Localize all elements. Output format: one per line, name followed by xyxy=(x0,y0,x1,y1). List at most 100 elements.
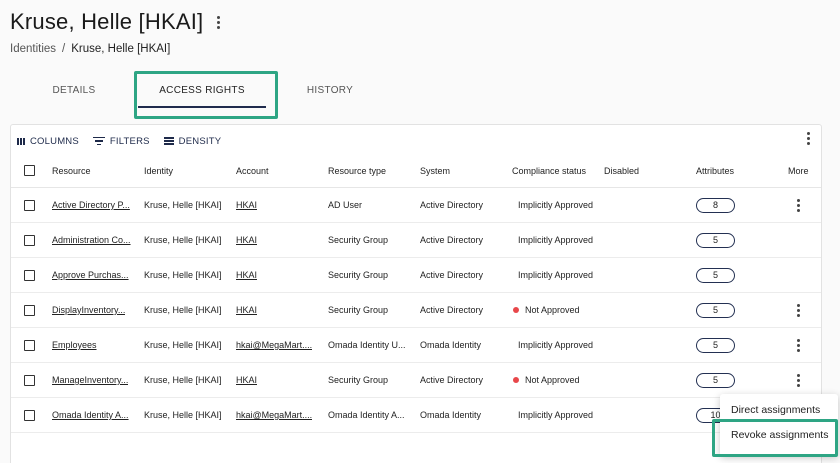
access-rights-grid: COLUMNS FILTERS DENSITY Resource Identit… xyxy=(10,124,822,463)
table-row[interactable]: ManageInventory... Kruse, Helle [HKAI] HKA… xyxy=(11,363,821,398)
row-checkbox[interactable] xyxy=(24,199,35,211)
more-vertical-icon[interactable] xyxy=(215,14,222,31)
cell-identity-container: Kruse, Helle [HKAI] xyxy=(144,363,222,397)
cell-system: Active Directory xyxy=(420,235,484,245)
row-checkbox-cell xyxy=(24,188,35,222)
cell-identity: Kruse, Helle [HKAI] xyxy=(144,235,222,245)
row-checkbox[interactable] xyxy=(24,339,35,351)
revoke-assignments-menu-item[interactable]: Revoke assignments xyxy=(720,422,838,448)
cell-resource-container: Approve Purchas... xyxy=(52,258,129,292)
table-row[interactable]: Approve Purchas... Kruse, Helle [HKAI] HKA… xyxy=(11,258,821,293)
cell-resource-container: Active Directory P... xyxy=(52,188,130,222)
attributes-count-button[interactable]: 5 xyxy=(696,232,735,248)
cell-resource[interactable]: Approve Purchas... xyxy=(52,270,129,280)
cell-system-container: Active Directory xyxy=(420,223,483,257)
cell-identity: Kruse, Helle [HKAI] xyxy=(144,200,222,210)
column-header-system[interactable]: System xyxy=(420,154,450,187)
cell-account-container: HKAI xyxy=(236,188,257,222)
cell-resource[interactable]: ManageInventory... xyxy=(52,375,128,385)
row-more-icon[interactable] xyxy=(795,337,802,354)
cell-resource-type-container: Omada Identity U... xyxy=(328,328,406,362)
cell-account[interactable]: hkai@MegaMart.... xyxy=(236,340,312,350)
row-more-icon[interactable] xyxy=(795,197,802,214)
cell-system: Active Directory xyxy=(420,200,484,210)
cell-account[interactable]: HKAI xyxy=(236,200,257,210)
cell-system-container: Active Directory xyxy=(420,258,483,292)
cell-account-container: HKAI xyxy=(236,293,257,327)
table-row[interactable]: Employees Kruse, Helle [HKAI] hkai@MegaMar… xyxy=(11,328,821,363)
cell-compliance-status: Not Approved xyxy=(525,305,580,315)
cell-resource-container: Administration Co... xyxy=(52,223,131,257)
cell-resource-type: Omada Identity U... xyxy=(328,340,406,350)
cell-more-container xyxy=(795,328,802,362)
cell-compliance-status: Implicitly Approved xyxy=(518,270,594,280)
column-header-account[interactable]: Account xyxy=(236,154,269,187)
cell-identity-container: Kruse, Helle [HKAI] xyxy=(144,188,222,222)
cell-resource[interactable]: DisplayInventory... xyxy=(52,305,125,315)
column-header-identity[interactable]: Identity xyxy=(144,154,173,187)
cell-resource[interactable]: Active Directory P... xyxy=(52,200,130,210)
row-more-icon[interactable] xyxy=(795,302,802,319)
page-title: Kruse, Helle [HKAI] xyxy=(10,9,222,35)
cell-account[interactable]: HKAI xyxy=(236,235,257,245)
attributes-count-button[interactable]: 5 xyxy=(696,302,735,318)
cell-account[interactable]: HKAI xyxy=(236,375,257,385)
attributes-count-button[interactable]: 5 xyxy=(696,372,735,388)
cell-account[interactable]: HKAI xyxy=(236,270,257,280)
table-row[interactable]: Administration Co... Kruse, Helle [HKAI] H… xyxy=(11,223,821,258)
cell-resource-type-container: Security Group xyxy=(328,258,388,292)
table-row[interactable]: Omada Identity A... Kruse, Helle [HKAI] hk… xyxy=(11,398,821,433)
cell-compliance-status: Implicitly Approved xyxy=(518,410,594,420)
page-title-text: Kruse, Helle [HKAI] xyxy=(10,9,204,34)
table-row[interactable]: Active Directory P... Kruse, Helle [HKAI]… xyxy=(11,188,821,223)
cell-attributes-container: 5 xyxy=(696,363,735,397)
cell-system: Omada Identity xyxy=(420,410,482,420)
not-approved-status-icon xyxy=(513,307,519,313)
density-button[interactable]: DENSITY xyxy=(163,136,222,147)
tab-history[interactable]: HISTORY xyxy=(302,72,358,108)
column-header-attributes[interactable]: Attributes xyxy=(696,154,734,187)
cell-compliance-container: Implicitly Approved xyxy=(518,328,593,362)
tab-access-rights[interactable]: ACCESS RIGHTS xyxy=(138,72,266,108)
row-checkbox-cell xyxy=(24,363,35,397)
cell-resource-type: Security Group xyxy=(328,375,389,385)
cell-account[interactable]: HKAI xyxy=(236,305,257,315)
row-checkbox[interactable] xyxy=(24,234,35,246)
cell-more-container xyxy=(795,363,802,397)
row-checkbox[interactable] xyxy=(24,409,35,421)
select-all-checkbox[interactable] xyxy=(24,165,35,176)
direct-assignments-menu-item[interactable]: Direct assignments xyxy=(720,397,838,423)
select-all-checkbox-cell xyxy=(24,154,35,187)
tab-details[interactable]: DETAILS xyxy=(50,72,98,108)
cell-attributes-container: 5 xyxy=(696,223,735,257)
attributes-count-button[interactable]: 8 xyxy=(696,197,735,213)
cell-system-container: Active Directory xyxy=(420,293,483,327)
cell-account[interactable]: hkai@MegaMart.... xyxy=(236,410,312,420)
cell-resource[interactable]: Omada Identity A... xyxy=(52,410,129,420)
cell-resource[interactable]: Employees xyxy=(52,340,97,350)
cell-account-container: HKAI xyxy=(236,258,257,292)
row-more-icon[interactable] xyxy=(795,372,802,389)
cell-attributes-container: 5 xyxy=(696,293,735,327)
row-checkbox[interactable] xyxy=(24,304,35,316)
row-checkbox[interactable] xyxy=(24,269,35,281)
column-header-resource[interactable]: Resource xyxy=(52,154,91,187)
filters-button[interactable]: FILTERS xyxy=(92,136,150,147)
cell-identity-container: Kruse, Helle [HKAI] xyxy=(144,293,222,327)
grid-more-icon[interactable] xyxy=(807,132,810,145)
cell-compliance-container: Not Approved xyxy=(513,363,580,397)
attributes-count-button[interactable]: 5 xyxy=(696,267,735,283)
columns-button[interactable]: COLUMNS xyxy=(17,136,79,147)
row-checkbox[interactable] xyxy=(24,374,35,386)
column-header-resource-type[interactable]: Resource type xyxy=(328,154,386,187)
breadcrumb-identities-link[interactable]: Identities xyxy=(10,43,56,55)
column-header-disabled[interactable]: Disabled xyxy=(604,154,639,187)
cell-resource[interactable]: Administration Co... xyxy=(52,235,131,245)
cell-resource-type-container: Security Group xyxy=(328,363,388,397)
cell-identity: Kruse, Helle [HKAI] xyxy=(144,375,222,385)
attributes-count-button[interactable]: 5 xyxy=(696,337,735,353)
table-row[interactable]: DisplayInventory... Kruse, Helle [HKAI] HK… xyxy=(11,293,821,328)
cell-compliance-container: Implicitly Approved xyxy=(518,188,593,222)
column-header-compliance-status[interactable]: Compliance status xyxy=(512,154,586,187)
table-header: Resource Identity Account Resource type … xyxy=(11,154,821,188)
